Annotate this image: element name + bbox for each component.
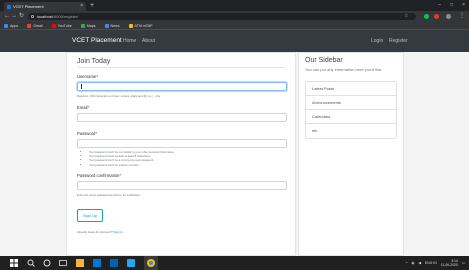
browser-tab-strip: VCET Placement × + – □ × xyxy=(0,0,469,11)
notifications-icon[interactable]: ▭ xyxy=(462,261,465,265)
mail-icon[interactable] xyxy=(110,259,118,267)
extension-icon[interactable] xyxy=(424,14,429,19)
chrome-icon[interactable] xyxy=(144,256,158,270)
back-arrow-icon[interactable]: ← xyxy=(4,11,10,22)
extension-icon[interactable] xyxy=(434,14,439,19)
windows-taskbar: ^ ◉ ◀ ENG IN 3:14 11-06-2020 ▭ xyxy=(0,256,469,270)
bookmark-item[interactable]: Apps xyxy=(4,23,19,28)
minimize-icon[interactable]: – xyxy=(438,0,441,11)
bookmark-item[interactable]: Gmail xyxy=(27,23,43,28)
system-tray: ^ ◉ ◀ ENG IN 3:14 11-06-2020 ▭ xyxy=(406,256,465,270)
bookmarks-bar: Apps Gmail YouTube Maps News ATM mTAP xyxy=(0,22,469,30)
windows-start-icon[interactable] xyxy=(10,259,18,267)
bookmark-favicon-icon xyxy=(80,23,85,28)
forward-arrow-icon[interactable]: → xyxy=(11,11,17,22)
site-favicon-icon xyxy=(7,5,11,9)
search-icon[interactable] xyxy=(27,259,35,267)
sidebar-title: Our Sidebar xyxy=(305,57,343,64)
bookmark-favicon-icon xyxy=(128,23,133,28)
email-input[interactable] xyxy=(77,113,287,122)
bookmark-item[interactable]: News xyxy=(104,23,120,28)
window-controls: – □ × xyxy=(438,0,465,11)
nav-link-home[interactable]: Home xyxy=(123,30,136,52)
register-form: Join Today Username* Required. 150 chara… xyxy=(66,52,296,256)
profile-avatar-icon[interactable] xyxy=(446,14,451,19)
close-tab-icon[interactable]: × xyxy=(80,2,83,11)
tab-title: VCET Placement xyxy=(13,4,44,9)
bookmark-item[interactable]: YouTube xyxy=(51,23,72,28)
site-brand[interactable]: VCET Placement xyxy=(72,30,122,52)
menu-dots-icon[interactable]: ⋮ xyxy=(459,11,465,22)
signin-prompt: Already Have An Account? Sign In xyxy=(77,230,285,234)
password-confirm-help: Enter the same password as before, for v… xyxy=(77,192,141,197)
maximize-icon[interactable]: □ xyxy=(450,0,453,11)
reload-icon[interactable]: ↻ xyxy=(19,11,24,22)
bookmark-favicon-icon xyxy=(51,23,56,28)
nav-link-about[interactable]: About xyxy=(142,30,155,52)
sidebar-item-latest-posts[interactable]: Latest Posts xyxy=(306,81,396,96)
bookmark-favicon-icon xyxy=(104,23,109,28)
bookmark-label: News xyxy=(110,23,120,28)
vscode-icon[interactable] xyxy=(127,259,135,267)
url-input[interactable]: localhost:8000/register/ xyxy=(28,13,416,20)
password-input[interactable] xyxy=(77,139,287,148)
store-icon[interactable] xyxy=(93,259,101,267)
sign-in-link[interactable]: Sign In xyxy=(113,230,122,234)
sidebar-item-announcements[interactable]: Announcements xyxy=(306,95,396,110)
bookmark-favicon-icon xyxy=(4,23,8,28)
have-account-text: Already Have An Account? xyxy=(77,229,113,234)
clock[interactable]: 3:14 11-06-2020 xyxy=(441,259,458,267)
bookmark-label: Apps xyxy=(10,23,19,28)
bookmark-label: Gmail xyxy=(33,23,43,28)
new-tab-button[interactable]: + xyxy=(90,1,94,10)
url-host: localhost xyxy=(37,14,53,19)
sidebar-item-etc[interactable]: etc xyxy=(306,123,396,138)
tray-chevron-icon[interactable]: ^ xyxy=(406,261,408,265)
bookmark-item[interactable]: Maps xyxy=(80,23,96,28)
email-label: Email* xyxy=(77,105,90,110)
nav-link-register[interactable]: Register xyxy=(389,30,408,52)
close-window-icon[interactable]: × xyxy=(462,0,465,11)
sign-up-button[interactable]: Sign Up xyxy=(77,208,104,222)
username-help: Required. 150 characters or fewer. Lette… xyxy=(77,94,161,98)
bookmark-star-icon[interactable]: ☆ xyxy=(404,11,408,22)
nav-link-login[interactable]: Login xyxy=(371,30,383,52)
bookmark-label: YouTube xyxy=(57,23,72,28)
file-explorer-icon[interactable] xyxy=(76,259,84,267)
wifi-icon[interactable]: ◉ xyxy=(411,261,414,265)
site-navbar: VCET Placement Home About Login Register xyxy=(0,30,469,52)
language-indicator[interactable]: ENG IN xyxy=(425,261,437,265)
browser-tab[interactable]: VCET Placement × xyxy=(4,2,86,11)
volume-icon[interactable]: ◀ xyxy=(418,261,421,265)
clock-date: 11-06-2020 xyxy=(440,263,458,267)
form-legend: Join Today xyxy=(77,58,285,68)
password-rules: Your password can't be too similar to yo… xyxy=(89,150,285,167)
text-caret xyxy=(81,84,82,89)
info-icon[interactable] xyxy=(31,15,34,18)
address-toolbar: ← → ↻ localhost:8000/register/ ☆ ⋮ xyxy=(0,11,469,22)
bookmark-item[interactable]: ATM mTAP xyxy=(128,23,153,28)
url-path: :8000/register/ xyxy=(52,14,79,19)
task-view-icon[interactable] xyxy=(59,259,67,267)
sidebar-text: You can put any information here you'd l… xyxy=(305,67,383,72)
password-confirm-input[interactable] xyxy=(77,180,287,190)
sidebar-list: Latest Posts Announcements Calendars etc xyxy=(305,80,397,139)
username-label: Username* xyxy=(77,74,98,79)
password-label: Password* xyxy=(77,131,98,136)
bookmark-favicon-icon xyxy=(27,23,32,28)
bookmark-label: Maps xyxy=(86,23,96,28)
password-rule: Your password can't be entirely numeric. xyxy=(89,163,285,167)
sidebar: Our Sidebar You can put any information … xyxy=(298,52,404,256)
username-input[interactable] xyxy=(77,82,287,91)
password-confirm-label: Password confirmation* xyxy=(77,172,121,178)
sidebar-item-calendars[interactable]: Calendars xyxy=(306,109,396,124)
cortana-icon[interactable] xyxy=(43,259,51,267)
main-content: Join Today Username* Required. 150 chara… xyxy=(66,52,406,256)
bookmark-label: ATM mTAP xyxy=(134,23,153,28)
